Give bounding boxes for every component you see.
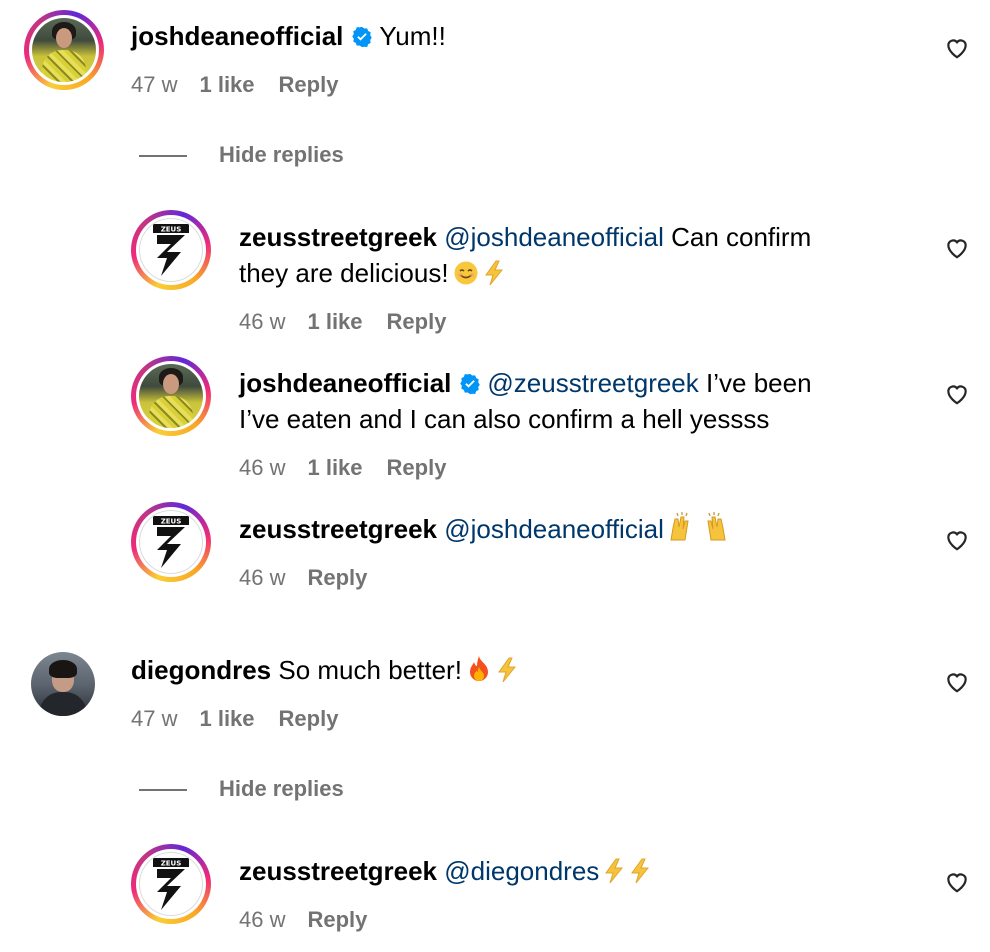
- comment-body: Yum!!: [379, 21, 446, 51]
- username-link[interactable]: joshdeaneofficial: [239, 368, 451, 398]
- reply-button[interactable]: Reply: [279, 704, 339, 734]
- comment-body: So much better!: [278, 655, 462, 685]
- reply-item: ZEUS zeusstreetgreek @joshdeaneofficial …: [0, 200, 990, 350]
- like-heart-icon[interactable]: [944, 235, 970, 261]
- username-link[interactable]: zeusstreetgreek: [239, 856, 437, 886]
- comment-meta: 47 w 1 like Reply: [131, 704, 338, 734]
- lightning-emoji-icon: [497, 657, 516, 683]
- raising-hands-emoji-icon: [670, 512, 726, 541]
- comment-meta: 46 w 1 like Reply: [239, 307, 446, 337]
- avatar[interactable]: ZEUS: [131, 210, 211, 290]
- comment-body: I’ve been: [706, 368, 812, 398]
- comment-body: Can confirm: [671, 222, 812, 252]
- mention-link[interactable]: @diegondres: [444, 856, 599, 886]
- svg-text:ZEUS: ZEUS: [161, 860, 182, 868]
- reply-item: ZEUS zeusstreetgreek @diegondres 46 w Rep…: [0, 834, 990, 952]
- mention-link[interactable]: @joshdeaneofficial: [444, 222, 664, 252]
- zeus-logo-icon: ZEUS: [139, 852, 203, 916]
- username-link[interactable]: zeusstreetgreek: [239, 222, 437, 252]
- reply-button[interactable]: Reply: [279, 70, 339, 100]
- mention-link[interactable]: @zeusstreetgreek: [487, 368, 698, 398]
- fire-emoji-icon: [469, 656, 488, 681]
- like-heart-icon[interactable]: [944, 869, 970, 895]
- avatar-image: [32, 18, 96, 82]
- reply-item: joshdeaneofficial @zeusstreetgreek I’ve b…: [0, 346, 990, 496]
- reply-button[interactable]: Reply: [387, 453, 447, 483]
- comment-text: diegondres So much better!: [131, 652, 518, 688]
- lightning-emoji-icon: [631, 858, 650, 884]
- likes-count[interactable]: 1 like: [307, 307, 362, 337]
- timestamp[interactable]: 46 w: [239, 905, 285, 935]
- reply-item: ZEUS zeusstreetgreek @joshdeaneofficial …: [0, 492, 990, 602]
- comment-text: joshdeaneofficial @zeusstreetgreek I’ve b…: [239, 365, 812, 401]
- like-heart-icon[interactable]: [944, 35, 970, 61]
- username-link[interactable]: zeusstreetgreek: [239, 514, 437, 544]
- verified-badge-icon: [460, 373, 481, 395]
- comment-text: joshdeaneofficial Yum!!: [131, 18, 446, 54]
- timestamp[interactable]: 47 w: [131, 70, 177, 100]
- comment-item: joshdeaneofficial Yum!! 47 w 1 like Reply: [0, 0, 990, 120]
- lightning-emoji-icon: [484, 260, 503, 286]
- timestamp[interactable]: 46 w: [239, 563, 285, 593]
- like-heart-icon[interactable]: [944, 669, 970, 695]
- avatar[interactable]: [31, 652, 95, 716]
- like-heart-icon[interactable]: [944, 527, 970, 553]
- likes-count[interactable]: 1 like: [307, 453, 362, 483]
- hide-replies-divider: [139, 155, 187, 157]
- username-link[interactable]: diegondres: [131, 655, 271, 685]
- comment-body: they are delicious!: [239, 258, 449, 288]
- svg-text:ZEUS: ZEUS: [161, 226, 182, 234]
- likes-count[interactable]: 1 like: [199, 704, 254, 734]
- zeus-logo-icon: ZEUS: [139, 218, 203, 282]
- reply-button[interactable]: Reply: [307, 563, 367, 593]
- smiling-face-emoji-icon: [454, 261, 478, 285]
- comment-body: I’ve eaten and I can also confirm a hell…: [239, 404, 770, 434]
- lightning-emoji-icon: [605, 858, 624, 884]
- hide-replies-button[interactable]: Hide replies: [219, 140, 344, 170]
- avatar-image: [139, 364, 203, 428]
- zeus-logo-icon: ZEUS: [139, 510, 203, 574]
- hide-replies-button[interactable]: Hide replies: [219, 774, 344, 804]
- reply-button[interactable]: Reply: [387, 307, 447, 337]
- comment-text-line2: I’ve eaten and I can also confirm a hell…: [239, 401, 769, 437]
- comment-text: zeusstreetgreek @joshdeaneofficial: [239, 511, 728, 547]
- like-heart-icon[interactable]: [944, 381, 970, 407]
- comment-text: zeusstreetgreek @joshdeaneofficial Can c…: [239, 219, 811, 255]
- mention-link[interactable]: @joshdeaneofficial: [444, 514, 664, 544]
- hide-replies-divider: [139, 789, 187, 791]
- likes-count[interactable]: 1 like: [199, 70, 254, 100]
- avatar[interactable]: [24, 10, 104, 90]
- timestamp[interactable]: 47 w: [131, 704, 177, 734]
- comment-text: zeusstreetgreek @diegondres: [239, 853, 651, 889]
- username-link[interactable]: joshdeaneofficial: [131, 21, 343, 51]
- comment-text-line2: they are delicious!: [239, 255, 505, 291]
- comment-meta: 46 w Reply: [239, 563, 367, 593]
- timestamp[interactable]: 46 w: [239, 453, 285, 483]
- comment-item: diegondres So much better! 47 w 1 like Rep…: [0, 634, 990, 754]
- reply-button[interactable]: Reply: [307, 905, 367, 935]
- avatar[interactable]: ZEUS: [131, 502, 211, 582]
- avatar[interactable]: ZEUS: [131, 844, 211, 924]
- avatar[interactable]: [131, 356, 211, 436]
- verified-badge-icon: [352, 26, 373, 48]
- comment-meta: 46 w Reply: [239, 905, 367, 935]
- comment-meta: 46 w 1 like Reply: [239, 453, 446, 483]
- timestamp[interactable]: 46 w: [239, 307, 285, 337]
- comment-meta: 47 w 1 like Reply: [131, 70, 338, 100]
- svg-text:ZEUS: ZEUS: [161, 518, 182, 526]
